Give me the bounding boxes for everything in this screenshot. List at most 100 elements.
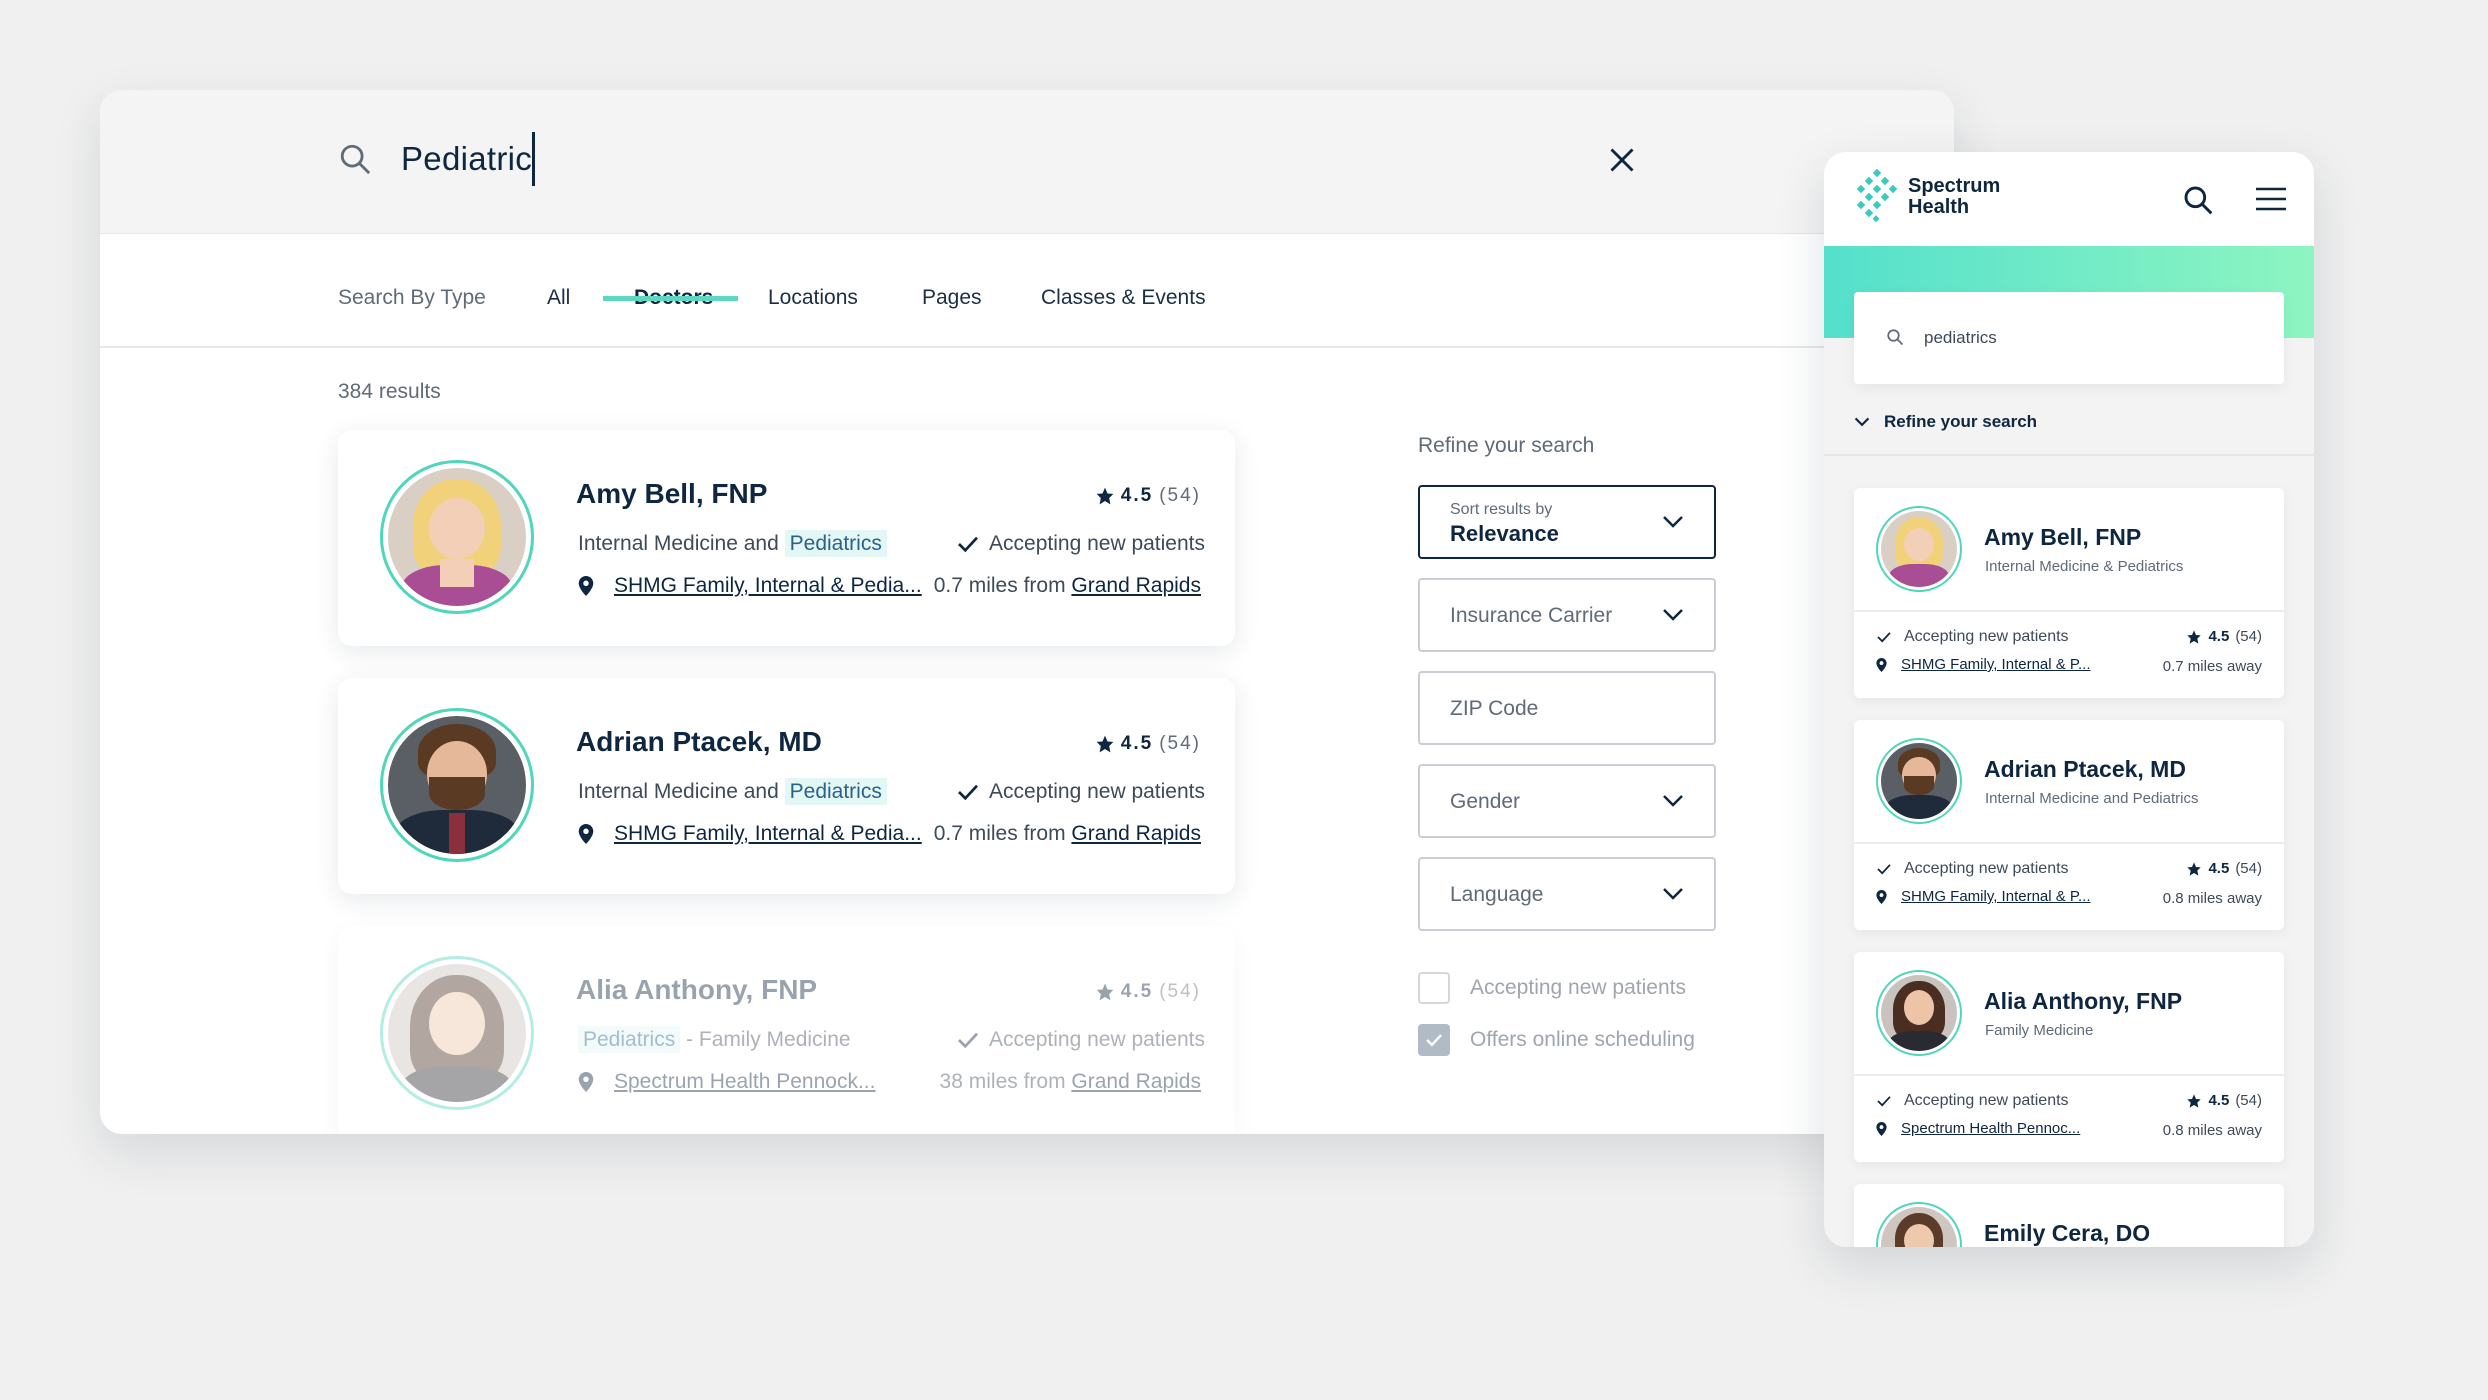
hamburger-menu-icon[interactable] bbox=[2256, 186, 2286, 212]
distance-text: 0.7 miles from bbox=[933, 574, 1066, 597]
search-icon bbox=[1887, 329, 1904, 346]
chevron-down-icon bbox=[1854, 417, 1870, 427]
distance: 0.7 miles from Grand Rapids bbox=[934, 574, 1201, 598]
check-icon bbox=[958, 784, 979, 801]
avatar bbox=[380, 460, 534, 614]
mobile-frame: Spectrum Health pediatrics Refine your s… bbox=[1824, 152, 2314, 1247]
map-pin-icon bbox=[578, 576, 594, 596]
zip-placeholder: ZIP Code bbox=[1450, 697, 1539, 720]
doctor-card[interactable]: Alia Anthony, FNP 4.5 (54) Pediatrics - … bbox=[338, 926, 1235, 1134]
doctor-card[interactable]: Alia Anthony, FNP Family Medicine Accept… bbox=[1854, 952, 2284, 1162]
accepting-status: Accepting new patients bbox=[1876, 860, 2069, 878]
avatar bbox=[1876, 1202, 1962, 1247]
divider bbox=[1854, 610, 2284, 612]
language-dropdown[interactable]: Language bbox=[1418, 857, 1716, 931]
specialty: Internal Medicine and Pediatrics bbox=[578, 530, 887, 557]
check-icon bbox=[1877, 864, 1891, 875]
city-link[interactable]: Grand Rapids bbox=[1071, 574, 1201, 597]
doctor-card[interactable]: Amy Bell, FNP Internal Medicine & Pediat… bbox=[1854, 488, 2284, 698]
accepting-status: Accepting new patients bbox=[1876, 1092, 2069, 1110]
location: SHMG Family, Internal & Pedia... bbox=[578, 822, 922, 846]
tab-classes-events[interactable]: Classes & Events bbox=[1041, 286, 1206, 310]
avatar bbox=[380, 708, 534, 862]
doctor-card[interactable]: Emily Cera, DO bbox=[1854, 1184, 2284, 1247]
sort-label: Sort results by bbox=[1450, 501, 1553, 518]
doctor-name[interactable]: Adrian Ptacek, MD bbox=[1984, 756, 2186, 783]
rating-value: 4.5 bbox=[2208, 628, 2230, 645]
location-link[interactable]: SHMG Family, Internal & Pedia... bbox=[614, 822, 922, 846]
review-count: (54) bbox=[1159, 485, 1201, 506]
map-pin-icon bbox=[578, 824, 594, 844]
online-scheduling-filter[interactable]: Offers online scheduling bbox=[1418, 1024, 1695, 1056]
specialty: Internal Medicine and Pediatrics bbox=[1985, 790, 2199, 807]
search-value: pediatrics bbox=[1924, 328, 1997, 347]
insurance-dropdown[interactable]: Insurance Carrier bbox=[1418, 578, 1716, 652]
rating-value: 4.5 bbox=[2208, 1092, 2230, 1109]
location-link[interactable]: SHMG Family, Internal & Pedia... bbox=[614, 574, 922, 598]
location: SHMG Family, Internal & P... bbox=[1876, 888, 2091, 905]
specialty-highlight: Pediatrics bbox=[578, 1026, 681, 1053]
active-tab-indicator bbox=[603, 296, 738, 301]
city-link[interactable]: Grand Rapids bbox=[1071, 1070, 1201, 1093]
accepting-text: Accepting new patients bbox=[1904, 1092, 2069, 1109]
refine-toggle[interactable]: Refine your search bbox=[1854, 412, 2037, 432]
chevron-down-icon bbox=[1663, 888, 1683, 900]
spectrum-logo-icon[interactable] bbox=[1854, 166, 1902, 224]
doctor-card[interactable]: Adrian Ptacek, MD 4.5 (54) Internal Medi… bbox=[338, 678, 1235, 894]
mobile-search-input[interactable]: pediatrics bbox=[1854, 292, 2284, 384]
check-icon bbox=[1877, 632, 1891, 643]
gender-placeholder: Gender bbox=[1450, 790, 1521, 813]
insurance-placeholder: Insurance Carrier bbox=[1450, 604, 1613, 627]
chevron-down-icon bbox=[1663, 795, 1683, 807]
check-icon bbox=[958, 536, 979, 553]
doctor-name[interactable]: Adrian Ptacek, MD bbox=[576, 726, 822, 758]
sort-dropdown[interactable]: Sort results by Relevance bbox=[1418, 485, 1716, 559]
language-placeholder: Language bbox=[1450, 883, 1544, 906]
doctor-name[interactable]: Amy Bell, FNP bbox=[1984, 524, 2141, 551]
accepting-filter[interactable]: Accepting new patients bbox=[1418, 972, 1686, 1004]
specialty: Internal Medicine and Pediatrics bbox=[578, 778, 887, 805]
search-bar[interactable]: Pediatric bbox=[100, 90, 1954, 234]
search-type-tabs: Search By Type All Doctors Locations Pag… bbox=[100, 234, 1954, 348]
location-link[interactable]: SHMG Family, Internal & P... bbox=[1901, 656, 2091, 673]
distance: 0.7 miles away bbox=[2162, 658, 2262, 675]
doctor-card[interactable]: Amy Bell, FNP 4.5 (54) Internal Medicine… bbox=[338, 430, 1235, 646]
close-icon[interactable] bbox=[1608, 146, 1636, 174]
location-link[interactable]: SHMG Family, Internal & P... bbox=[1901, 888, 2091, 905]
tab-pages[interactable]: Pages bbox=[922, 286, 982, 310]
location: Spectrum Health Pennoc... bbox=[1876, 1120, 2080, 1137]
review-count: (54) bbox=[2235, 1092, 2262, 1109]
doctor-name[interactable]: Amy Bell, FNP bbox=[576, 478, 767, 510]
check-icon bbox=[958, 1032, 979, 1049]
specialty: Family Medicine bbox=[1985, 1022, 2094, 1039]
search-input[interactable]: Pediatric bbox=[401, 140, 532, 178]
star-icon bbox=[2187, 861, 2202, 876]
tab-all[interactable]: All bbox=[547, 286, 570, 310]
rating: 4.5 (54) bbox=[1095, 485, 1201, 507]
location-link[interactable]: Spectrum Health Pennock... bbox=[614, 1070, 875, 1094]
search-icon[interactable] bbox=[2182, 184, 2214, 216]
accepting-text: Accepting new patients bbox=[989, 1028, 1205, 1051]
search-icon bbox=[340, 144, 371, 175]
doctor-name[interactable]: Alia Anthony, FNP bbox=[1984, 988, 2182, 1015]
doctor-card[interactable]: Adrian Ptacek, MD Internal Medicine and … bbox=[1854, 720, 2284, 930]
rating: 4.5 (54) bbox=[2186, 1092, 2262, 1109]
doctor-name[interactable]: Emily Cera, DO bbox=[1984, 1220, 2150, 1247]
zip-code-field[interactable]: ZIP Code bbox=[1418, 671, 1716, 745]
gender-dropdown[interactable]: Gender bbox=[1418, 764, 1716, 838]
location-link[interactable]: Spectrum Health Pennoc... bbox=[1901, 1120, 2080, 1137]
avatar bbox=[1876, 738, 1962, 824]
tab-locations[interactable]: Locations bbox=[768, 286, 858, 310]
divider bbox=[1824, 454, 2314, 456]
map-pin-icon bbox=[1876, 657, 1887, 672]
doctor-name[interactable]: Alia Anthony, FNP bbox=[576, 974, 817, 1006]
checkbox[interactable] bbox=[1418, 972, 1450, 1004]
specialty: Internal Medicine & Pediatrics bbox=[1985, 558, 2184, 575]
mobile-header: Spectrum Health bbox=[1824, 152, 2314, 246]
city-link[interactable]: Grand Rapids bbox=[1071, 822, 1201, 845]
star-icon bbox=[2187, 629, 2202, 644]
review-count: (54) bbox=[2235, 628, 2262, 645]
divider bbox=[1854, 842, 2284, 844]
checkbox[interactable] bbox=[1418, 1024, 1450, 1056]
specialty-highlight: Pediatrics bbox=[784, 778, 887, 805]
